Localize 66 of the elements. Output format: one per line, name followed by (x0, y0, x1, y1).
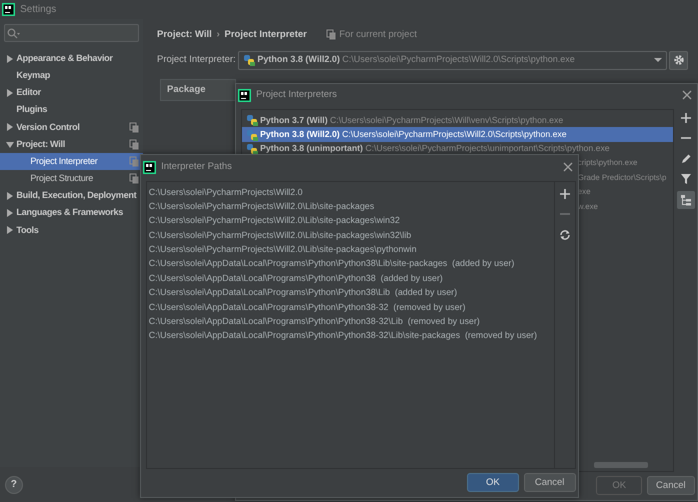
sidebar-item[interactable]: Keymap (0, 67, 143, 84)
add-icon (558, 188, 571, 200)
close-icon[interactable] (563, 162, 574, 172)
sidebar-item[interactable]: Appearance & Behavior (0, 50, 143, 68)
path-row[interactable]: C:\Users\solei\AppData\Local\Programs\Python\Python38\Lib\site-packages (added by user) (146, 256, 554, 271)
column-header[interactable]: Package (160, 79, 236, 101)
help-button[interactable]: ? (4, 476, 23, 494)
scope-note: For current project (339, 28, 417, 42)
sidebar-item[interactable]: Project Structure (0, 170, 143, 188)
path-row[interactable]: C:\Users\solei\PycharmProjects\Will2.0\Lib\site-packages (146, 199, 554, 214)
path-row[interactable]: C:\Users\solei\AppData\Local\Programs\Python\Python38 (added by user) (146, 270, 554, 286)
gear-icon (672, 54, 684, 66)
interpreter-dropdown[interactable]: Python 3.8 (Will2.0) C:\Users\solei\PycharmProjects\Will2.0\Scripts\python.exe (238, 50, 667, 70)
sidebar-item[interactable]: Languages & Frameworks (0, 204, 143, 222)
search-icon (7, 28, 22, 38)
breadcrumb-separator: › (216, 28, 220, 42)
dialog-button[interactable]: OK (466, 473, 519, 492)
scrollbar[interactable] (594, 462, 648, 468)
breadcrumb-item[interactable]: Project: Will (157, 28, 212, 42)
refresh-icon (558, 228, 571, 240)
path-row[interactable]: C:\Users\solei\PycharmProjects\Will2.0\Lib\site-packages\win32 (146, 213, 554, 228)
path-row[interactable]: C:\Users\solei\AppData\Local\Programs\Python\Python38\Lib (added by user) (146, 285, 554, 300)
tree-button[interactable] (676, 190, 695, 208)
breadcrumb-item[interactable]: Project Interpreter (224, 28, 307, 42)
path-row[interactable]: C:\Users\solei\AppData\Local\Programs\Python\Python38-32\Lib (removed by user) (146, 314, 554, 328)
copy-icon (129, 173, 140, 184)
sidebar-item[interactable]: Tools (0, 222, 143, 240)
add-icon (680, 112, 692, 124)
dialog-button[interactable]: Cancel (524, 473, 576, 492)
window-title: Settings (20, 3, 56, 17)
dialog-title: Interpreter Paths (161, 160, 233, 174)
pencil-icon (680, 152, 692, 165)
sidebar-item[interactable]: Version Control (0, 118, 143, 136)
app-icon (143, 160, 156, 174)
python-icon (246, 114, 258, 126)
interpreter-row[interactable]: Python 3.8 (Will2.0) C:\Users\solei\PycharmProjects\Will2.0\Scripts\python.exe (242, 127, 674, 142)
sidebar-item[interactable]: Project: Will (0, 136, 143, 154)
field-label: Project Interpreter: (157, 52, 236, 67)
filter-icon (680, 173, 692, 186)
path-row[interactable]: C:\Users\solei\PycharmProjects\Will2.0\Lib\site-packages\win32\lib (146, 228, 554, 242)
path-row[interactable]: C:\Users\solei\PycharmProjects\Will2.0\Lib\site-packages\pythonwin (146, 242, 554, 256)
sidebar-item[interactable]: Build, Execution, Deployment (0, 188, 143, 205)
sidebar-item[interactable]: Project Interpreter (0, 153, 143, 170)
app-icon (238, 88, 252, 102)
dialog-button[interactable]: Cancel (647, 476, 695, 496)
interpreter-row[interactable]: Python 3.7 (Will) C:\Users\solei\PycharmProjects\Will\venv\Scripts\python.exe (242, 113, 674, 128)
sidebar-item[interactable]: Plugins (0, 102, 143, 119)
dropdown-arrow-icon (654, 58, 662, 62)
python-icon (243, 54, 256, 66)
path-row[interactable]: C:\Users\solei\AppData\Local\Programs\Python\Python38-32 (removed by user) (146, 300, 554, 314)
path-row[interactable]: C:\Users\solei\PycharmProjects\Will2.0 (146, 184, 554, 200)
python-icon (246, 128, 258, 141)
sidebar-item[interactable]: Editor (0, 84, 143, 102)
close-icon[interactable] (682, 90, 692, 100)
path-row[interactable]: C:\Users\solei\AppData\Local\Programs\Python\Python38-32\Lib\site-packages (removed by user) (146, 328, 554, 343)
dialog-title: Project Interpreters (256, 88, 338, 102)
tree-icon (680, 194, 692, 206)
copy-icon (326, 29, 337, 40)
search-field[interactable] (4, 24, 139, 42)
interpreter-row[interactable]: Python 3.8 (unimportant) C:\Users\solei\PycharmProjects\unimportant\Scripts\python.exe (242, 142, 674, 156)
copy-icon (129, 122, 140, 133)
copy-icon (129, 139, 140, 150)
python-icon (246, 142, 258, 155)
settings-button[interactable] (669, 50, 688, 70)
app-icon (2, 3, 16, 16)
copy-icon (129, 156, 140, 168)
